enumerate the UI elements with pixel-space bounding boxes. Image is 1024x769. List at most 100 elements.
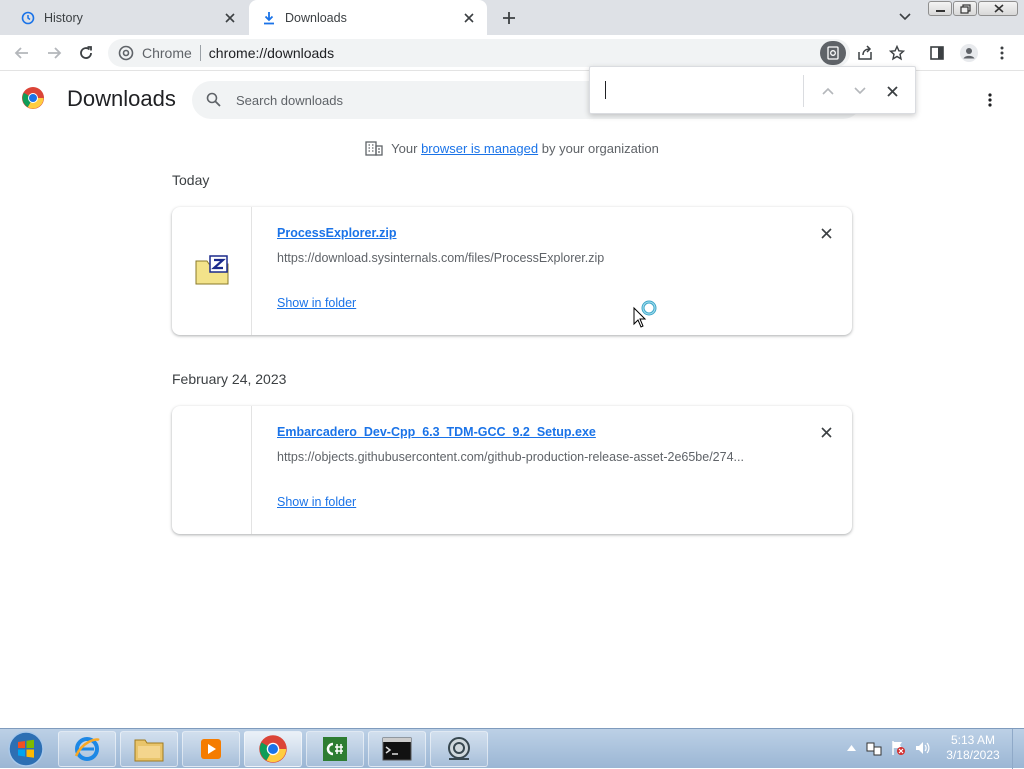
process-explorer-icon <box>448 737 470 760</box>
search-icon <box>206 92 221 110</box>
tab-history-title: History <box>44 10 83 25</box>
managed-suffix: by your organization <box>541 140 659 156</box>
back-arrow-icon <box>14 47 28 59</box>
taskbar-internet-explorer[interactable] <box>58 731 116 767</box>
bookmark-button[interactable] <box>885 41 909 65</box>
clock-time: 5:13 AM <box>950 733 996 747</box>
new-tab-icon[interactable] <box>499 8 519 28</box>
tab-strip: History Downloads <box>0 0 1024 35</box>
browser-menu-button[interactable] <box>990 41 1014 65</box>
restore-button[interactable] <box>953 1 977 16</box>
find-bar <box>589 66 916 114</box>
file-icon-column <box>172 406 252 534</box>
share-button[interactable] <box>853 41 877 65</box>
date-header-feb: February 24, 2023 <box>172 371 287 387</box>
show-in-folder-link[interactable]: Show in folder <box>277 296 356 310</box>
remove-download-icon[interactable] <box>818 225 834 241</box>
taskbar-file-explorer[interactable] <box>120 731 178 767</box>
find-in-page-icon[interactable] <box>820 41 846 65</box>
minimize-icon <box>936 10 945 12</box>
download-source-url: https://download.sysinternals.com/files/… <box>277 251 605 265</box>
zip-folder-icon <box>195 254 229 288</box>
history-icon <box>20 10 36 26</box>
taskbar-csharp-editor[interactable] <box>306 731 364 767</box>
tray-overflow-chevron-icon[interactable] <box>843 740 859 756</box>
close-icon <box>886 85 898 97</box>
browser-managed-link[interactable]: browser is managed <box>421 141 538 156</box>
downloads-menu-button[interactable] <box>984 91 996 109</box>
file-icon-column <box>172 207 252 335</box>
forward-button[interactable] <box>42 41 66 65</box>
star-icon <box>889 45 905 61</box>
download-source-url: https://objects.githubusercontent.com/gi… <box>277 450 744 464</box>
profile-button[interactable] <box>957 41 981 65</box>
taskbar-command-prompt[interactable] <box>368 731 426 767</box>
kebab-menu-icon <box>1000 46 1004 60</box>
building-icon <box>365 140 383 156</box>
close-find-button[interactable] <box>882 81 902 101</box>
download-filename-link[interactable]: ProcessExplorer.zip <box>277 226 397 240</box>
share-icon <box>858 45 872 60</box>
page-title: Downloads <box>67 86 176 111</box>
url-text: chrome://downloads <box>208 45 335 61</box>
download-item: Embarcadero_Dev-Cpp_6.3_TDM-GCC_9.2_Setu… <box>172 406 852 534</box>
show-in-folder-link[interactable]: Show in folder <box>277 495 356 509</box>
side-panel-button[interactable] <box>925 41 949 65</box>
download-item: ProcessExplorer.zip https://download.sys… <box>172 207 852 335</box>
action-center-flag-icon[interactable] <box>890 740 906 756</box>
minimize-button[interactable] <box>928 1 952 16</box>
address-separator <box>199 45 201 61</box>
taskbar-media-player[interactable] <box>182 731 240 767</box>
clock-date: 3/18/2023 <box>946 748 1000 762</box>
side-panel-icon <box>930 46 944 60</box>
system-clock[interactable]: 5:13 AM 3/18/2023 <box>940 733 1006 763</box>
address-bar[interactable]: Chrome chrome://downloads <box>108 39 850 67</box>
media-player-icon <box>201 739 221 759</box>
network-icon[interactable] <box>866 740 882 756</box>
date-header-today: Today <box>172 172 210 188</box>
more-options-icon <box>988 93 992 107</box>
chrome-icon <box>259 735 287 763</box>
close-window-icon <box>994 4 1004 13</box>
find-next-button[interactable] <box>850 81 870 101</box>
chrome-logo-icon <box>21 86 45 113</box>
tab-history[interactable]: History <box>8 0 248 35</box>
reload-button[interactable] <box>74 41 98 65</box>
forward-arrow-icon <box>48 47 62 59</box>
download-icon <box>261 10 277 26</box>
managed-prefix: Your <box>391 140 418 156</box>
back-button[interactable] <box>10 41 34 65</box>
csharp-icon <box>323 737 347 761</box>
find-input[interactable] <box>602 79 802 101</box>
avatar-icon <box>960 44 978 62</box>
tab-downloads-title: Downloads <box>285 10 347 25</box>
reload-icon <box>80 46 92 59</box>
windows-logo-icon <box>8 731 44 767</box>
restore-icon <box>960 4 971 14</box>
download-filename-link[interactable]: Embarcadero_Dev-Cpp_6.3_TDM-GCC_9.2_Setu… <box>277 425 596 439</box>
terminal-icon <box>382 737 412 761</box>
site-label: Chrome <box>142 45 192 61</box>
find-separator <box>803 75 804 107</box>
show-desktop-button[interactable] <box>1012 729 1024 769</box>
close-window-button[interactable] <box>978 1 1018 16</box>
tab-search-chevron-icon[interactable] <box>896 9 914 25</box>
tab-downloads[interactable]: Downloads <box>249 0 487 35</box>
close-tab-history-icon[interactable] <box>222 10 238 26</box>
taskbar-process-explorer[interactable] <box>430 731 488 767</box>
close-tab-downloads-icon[interactable] <box>461 10 477 26</box>
busy-cursor-icon <box>633 300 661 331</box>
internet-explorer-icon <box>74 737 100 761</box>
chrome-site-icon <box>118 45 134 64</box>
remove-download-icon[interactable] <box>818 424 834 440</box>
folder-icon <box>134 739 164 762</box>
find-previous-button[interactable] <box>818 81 838 101</box>
text-caret <box>605 81 606 99</box>
taskbar-chrome[interactable] <box>244 731 302 767</box>
chevron-up-icon <box>822 87 834 95</box>
volume-icon[interactable] <box>914 740 930 756</box>
managed-notice: Your browser is managed by your organiza… <box>0 140 1024 156</box>
start-button[interactable] <box>4 730 48 768</box>
chevron-down-icon <box>854 87 866 95</box>
windows-taskbar: 5:13 AM 3/18/2023 <box>0 728 1024 769</box>
